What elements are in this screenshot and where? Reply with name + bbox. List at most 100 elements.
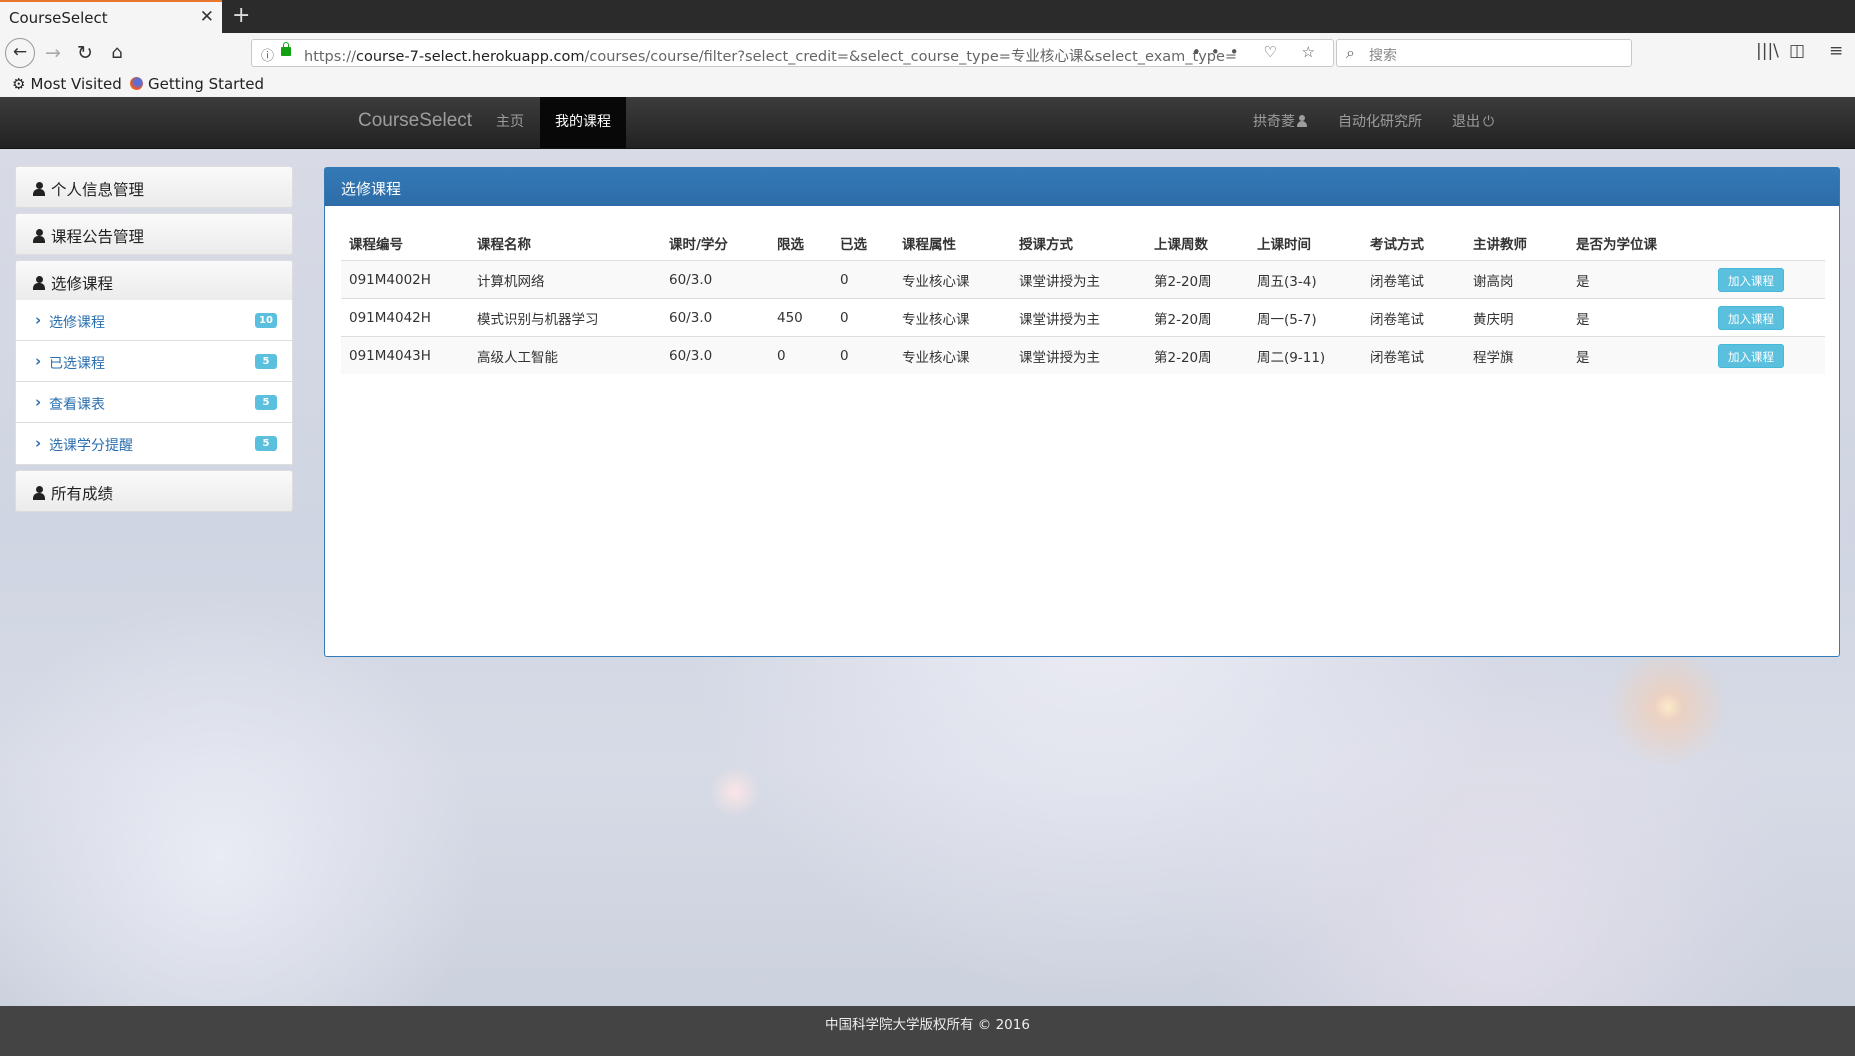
- course-limit: [769, 260, 832, 299]
- submenu-item-credit-reminder[interactable]: › 选课学分提醒 5: [16, 423, 292, 464]
- sidebar-toggle-icon[interactable]: ◫: [1789, 41, 1805, 61]
- sidebar-panel-elective[interactable]: 选修课程: [15, 260, 293, 302]
- power-icon: ⏻: [1483, 114, 1495, 130]
- column-header: 是否为学位课: [1576, 237, 1657, 253]
- nav-link-my-courses[interactable]: 我的课程: [540, 97, 626, 148]
- search-icon: ⌕: [1346, 43, 1355, 62]
- course-time: 周二(9-11): [1249, 336, 1362, 374]
- course-teacher: 程学旗: [1465, 336, 1568, 374]
- course-mode: 课堂讲授为主: [1011, 260, 1146, 299]
- nav-link-home[interactable]: 主页: [481, 97, 539, 148]
- course-hours: 60/3.0: [661, 298, 769, 337]
- tab-close-icon[interactable]: ✕: [200, 7, 214, 27]
- page-actions-icons[interactable]: ••• ♡ ☆: [1192, 43, 1325, 61]
- column-header: 主讲教师: [1473, 237, 1527, 253]
- course-code: 091M4002H: [341, 260, 469, 299]
- course-limit: 450: [769, 298, 832, 337]
- join-course-button[interactable]: 加入课程: [1718, 343, 1784, 368]
- app-navbar: CourseSelect 主页 我的课程 拱奇菱 自动化研究所 退出 ⏻: [0, 97, 1855, 149]
- course-time: 周一(5-7): [1249, 298, 1362, 337]
- browser-tab-bar: CourseSelect ✕ +: [0, 0, 1855, 33]
- course-type: 专业核心课: [894, 260, 1011, 299]
- reload-icon[interactable]: ↻: [72, 40, 98, 66]
- site-info-icon[interactable]: ⓘ: [261, 45, 274, 64]
- table-row: 091M4002H 计算机网络 60/3.0 0 专业核心课 课堂讲授为主 第2…: [341, 260, 1825, 299]
- search-bar[interactable]: ⌕ 搜索: [1336, 39, 1632, 67]
- submenu-label: 查看课表: [49, 397, 105, 413]
- lock-icon: [281, 42, 291, 56]
- user-icon: [33, 229, 45, 243]
- column-header: 授课方式: [1019, 237, 1073, 253]
- panel-label: 选修课程: [33, 272, 113, 294]
- column-header: 上课时间: [1257, 237, 1311, 253]
- join-course-button[interactable]: 加入课程: [1718, 267, 1784, 292]
- action-cell: 加入课程: [1710, 260, 1825, 299]
- menu-icon[interactable]: ≡: [1829, 41, 1843, 61]
- submenu-label: 选课学分提醒: [49, 438, 133, 454]
- course-limit: 0: [769, 336, 832, 374]
- sidebar-panel-profile[interactable]: 个人信息管理: [15, 166, 293, 208]
- browser-tab[interactable]: CourseSelect ✕: [0, 0, 222, 33]
- gear-icon: ⚙: [12, 75, 26, 93]
- panel-label: 所有成绩: [33, 482, 113, 504]
- submenu-item-elective-courses[interactable]: › 选修课程 10: [16, 300, 292, 341]
- tab-title: CourseSelect: [9, 9, 108, 27]
- forward-arrow-icon[interactable]: →: [40, 40, 66, 66]
- back-arrow-icon[interactable]: ←: [5, 38, 35, 68]
- submenu-label: 选修课程: [49, 315, 105, 331]
- join-course-button[interactable]: 加入课程: [1718, 305, 1784, 330]
- column-header: 考试方式: [1370, 237, 1424, 253]
- bookmark-label: Most Visited: [30, 75, 122, 93]
- sidebar-panel-grades[interactable]: 所有成绩: [15, 470, 293, 512]
- nav-user[interactable]: 拱奇菱: [1238, 97, 1322, 148]
- panel-title: 选修课程: [341, 180, 402, 198]
- url-text[interactable]: https://course-7-select.herokuapp.com/co…: [304, 45, 1237, 66]
- course-hours: 60/3.0: [661, 260, 769, 299]
- library-icon[interactable]: |||\: [1756, 41, 1779, 61]
- user-name: 拱奇菱: [1253, 114, 1295, 130]
- nav-logout[interactable]: 退出 ⏻: [1437, 97, 1509, 148]
- elective-submenu: › 选修课程 10 › 已选课程 5 › 查看课表 5 › 选课学分提醒 5: [15, 300, 293, 465]
- column-header: 上课周数: [1154, 237, 1208, 253]
- url-host: course-7-select.herokuapp.com: [355, 49, 585, 65]
- course-code: 091M4043H: [341, 336, 469, 374]
- panel-label: 个人信息管理: [33, 178, 144, 200]
- column-header: 课程名称: [477, 237, 531, 253]
- course-type: 专业核心课: [894, 336, 1011, 374]
- submenu-item-selected-courses[interactable]: › 已选课程 5: [16, 341, 292, 382]
- chevron-right-icon: ›: [35, 311, 42, 329]
- chevron-right-icon: ›: [35, 352, 42, 370]
- panel-label: 课程公告管理: [33, 225, 144, 247]
- submenu-item-timetable[interactable]: › 查看课表 5: [16, 382, 292, 423]
- count-badge: 5: [255, 395, 277, 410]
- home-icon[interactable]: ⌂: [104, 40, 130, 66]
- course-name: 高级人工智能: [469, 336, 661, 374]
- chevron-right-icon: ›: [35, 393, 42, 411]
- bookmark-label: Getting Started: [148, 75, 264, 93]
- bookmarks-bar: ⚙ Most Visited Getting Started: [0, 73, 1855, 98]
- course-code: 091M4042H: [341, 298, 469, 337]
- search-placeholder: 搜索: [1369, 48, 1397, 64]
- course-degree: 是: [1568, 260, 1710, 299]
- table-row: 091M4043H 高级人工智能 60/3.0 0 0 专业核心课 课堂讲授为主…: [341, 336, 1825, 374]
- bookmark-most-visited[interactable]: ⚙ Most Visited: [12, 75, 122, 93]
- nav-institute[interactable]: 自动化研究所: [1323, 97, 1437, 148]
- bookmark-getting-started[interactable]: Getting Started: [130, 75, 264, 93]
- course-degree: 是: [1568, 298, 1710, 337]
- chevron-right-icon: ›: [35, 434, 42, 452]
- url-prefix: https://: [304, 49, 356, 65]
- url-bar[interactable]: ⓘ https://course-7-select.herokuapp.com/…: [251, 39, 1334, 67]
- brand-link[interactable]: CourseSelect: [358, 110, 472, 132]
- column-header: [1710, 226, 1825, 261]
- course-type: 专业核心课: [894, 298, 1011, 337]
- table-header-row: 课程编号 课程名称 课时/学分 限选 已选 课程属性 授课方式 上课周数 上课时…: [341, 226, 1825, 261]
- user-icon: [33, 486, 45, 500]
- user-icon: [33, 182, 45, 196]
- course-selected: 0: [832, 260, 894, 299]
- column-header: 课时/学分: [669, 237, 728, 253]
- column-header: 课程属性: [902, 237, 956, 253]
- new-tab-icon[interactable]: +: [232, 3, 250, 28]
- column-header: 课程编号: [349, 237, 403, 253]
- course-degree: 是: [1568, 336, 1710, 374]
- sidebar-panel-announcements[interactable]: 课程公告管理: [15, 213, 293, 255]
